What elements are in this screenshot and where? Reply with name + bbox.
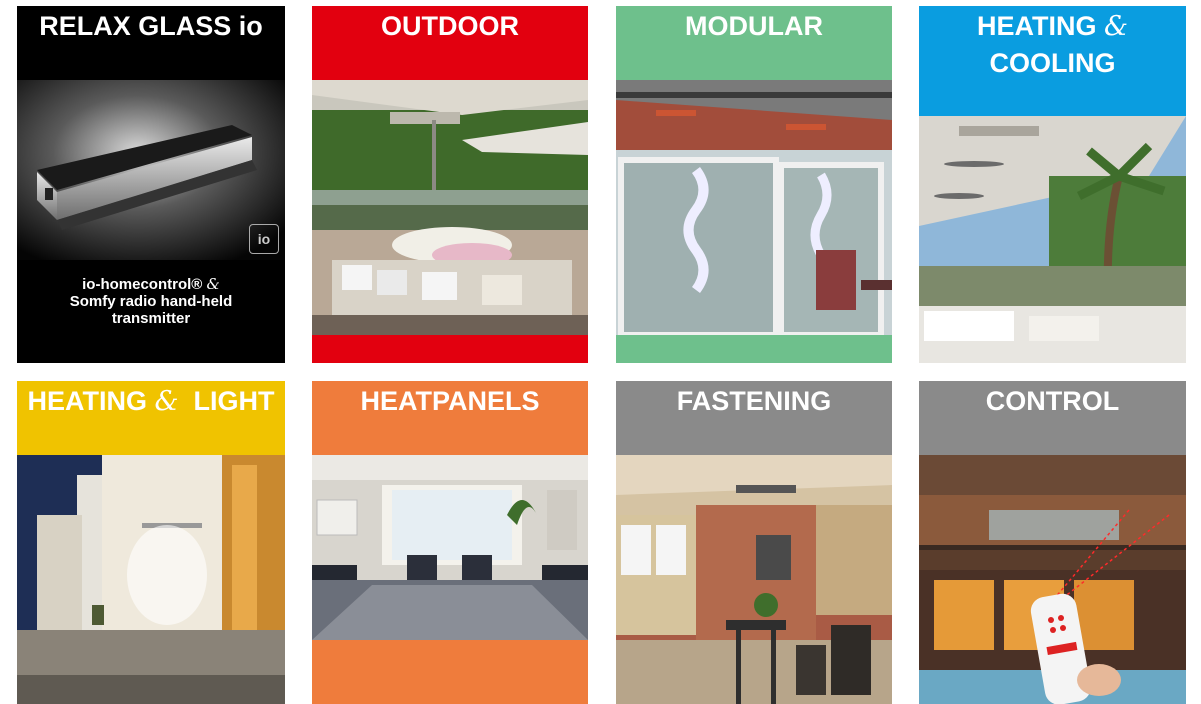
tile-title: HEATING & LIGHT [17,381,285,455]
tile-title: CONTROL [919,381,1186,455]
tile-title: FASTENING [616,381,892,455]
tile-control[interactable]: CONTROL [919,381,1186,704]
heater-product-image: io [17,80,285,260]
tile-footer-bar [312,335,588,363]
tile-heatpanels[interactable]: HEATPANELS [312,381,588,704]
outdoor-terrace-image [312,80,588,335]
heatpanels-lounge-image [312,455,588,640]
tile-fastening[interactable]: FASTENING [616,381,892,704]
heating-cooling-pergola-image [919,116,1186,363]
io-homecontrol-logo: io [249,224,279,254]
tile-caption: io-homecontrol® & Somfy radio hand-held … [69,275,233,328]
tile-title: MODULAR [616,6,892,80]
tile-heating-cooling[interactable]: HEATING & COOLING [919,6,1186,363]
tile-title: HEATING & COOLING [919,6,1186,116]
modular-winter-garden-image [616,80,892,335]
tile-heating-light[interactable]: HEATING & LIGHT [17,381,285,704]
tile-title: OUTDOOR [312,6,588,80]
tile-relax-glass-io[interactable]: RELAX GLASS io io io-homecontrol® & Somf… [17,6,285,363]
tile-outdoor[interactable]: OUTDOOR [312,6,588,363]
control-remote-image [919,455,1186,704]
tile-title: RELAX GLASS io [17,6,285,80]
product-category-grid: RELAX GLASS io io io-homecontrol® & Somf… [0,0,1201,704]
tile-footer-bar [616,335,892,363]
tile-modular[interactable]: MODULAR [616,6,892,363]
heating-light-facade-image [17,455,285,704]
tile-title: HEATPANELS [312,381,588,455]
tile-footer-bar [312,640,588,704]
fastening-awning-image [616,455,892,704]
